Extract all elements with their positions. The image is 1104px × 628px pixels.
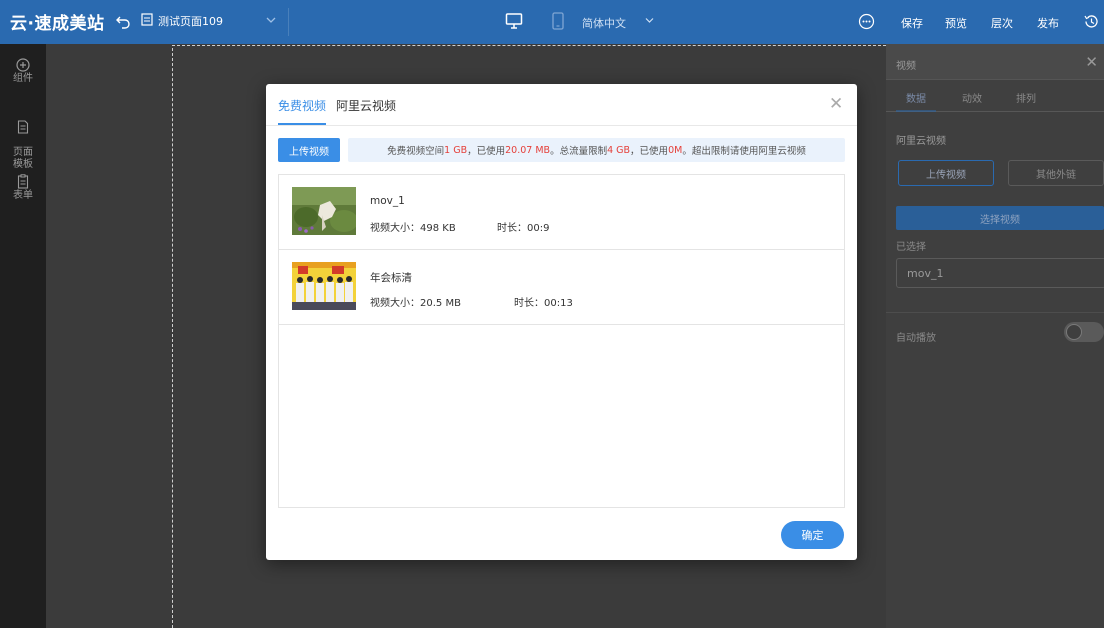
- info-value: 20.07 MB: [505, 144, 551, 156]
- divider: [886, 312, 1104, 313]
- canvas-guide-line: [172, 48, 173, 628]
- plus-circle-icon: [16, 58, 30, 72]
- info-text: 免费视频空间: [387, 146, 445, 157]
- upload-video-button[interactable]: 上传视频: [898, 160, 994, 186]
- left-sidebar: 组件 页面 模板 表单: [0, 44, 46, 628]
- tab-arrange[interactable]: 排列: [1016, 90, 1036, 105]
- info-value: 4 GB: [607, 144, 631, 156]
- page-name: 测试页面109: [158, 15, 223, 28]
- selected-label: 已选择: [896, 242, 926, 253]
- storage-info-banner: 免费视频空间 1 GB ，已使用 20.07 MB 。总流量限制 4 GB ，已使用 0M 。超…: [348, 138, 845, 162]
- form-icon: [17, 174, 29, 189]
- autoplay-toggle[interactable]: [1064, 322, 1104, 342]
- desktop-view-icon[interactable]: [505, 12, 523, 30]
- sidebar-item-label: 组件: [13, 73, 33, 84]
- more-icon[interactable]: [858, 13, 875, 30]
- layers-button[interactable]: 层次: [991, 15, 1013, 31]
- confirm-button[interactable]: 确定: [781, 521, 844, 549]
- top-toolbar: 云·速成美站 测试页面109 简体中文 保存 预览 层次 发布: [0, 0, 1104, 44]
- choose-video-button[interactable]: 选择视频: [896, 206, 1104, 230]
- video-thumbnail: [292, 187, 356, 235]
- section-title: 阿里云视频: [896, 136, 946, 147]
- chevron-down-icon[interactable]: [266, 16, 276, 24]
- info-text: 。总流量限制: [550, 146, 608, 157]
- tab-free-video[interactable]: 免费视频: [278, 97, 326, 114]
- panel-tabs: 数据 动效 排列: [886, 80, 1104, 112]
- undo-icon[interactable]: [115, 13, 131, 29]
- save-button[interactable]: 保存: [901, 15, 923, 31]
- info-text: ，已使用: [630, 146, 669, 157]
- active-tab-indicator: [278, 123, 326, 125]
- autoplay-label: 自动播放: [896, 333, 936, 344]
- page-icon: [17, 120, 29, 134]
- list-item[interactable]: 年会标清 视频大小：20.5 MB 时长：00:13: [279, 250, 844, 325]
- history-icon[interactable]: [1083, 13, 1100, 30]
- panel-header: 视频 ✕: [886, 44, 1104, 80]
- other-link-button[interactable]: 其他外链: [1008, 160, 1104, 186]
- info-text: ，已使用: [467, 146, 506, 157]
- language-select[interactable]: 简体中文: [582, 15, 626, 31]
- page-selector[interactable]: 测试页面109: [141, 13, 223, 29]
- video-thumbnail: [292, 262, 356, 310]
- chevron-down-icon[interactable]: [645, 17, 654, 24]
- video-list: mov_1 视频大小：498 KB 时长：00:9 年会标清 视频大小：20.5…: [278, 174, 845, 508]
- video-duration: 时长：00:13: [514, 298, 573, 309]
- tab-data[interactable]: 数据: [906, 90, 926, 105]
- sidebar-item-page-template[interactable]: 页面 模板: [0, 108, 46, 171]
- tab-animation[interactable]: 动效: [962, 90, 982, 105]
- toggle-knob: [1066, 324, 1082, 340]
- preview-button[interactable]: 预览: [945, 15, 967, 31]
- close-icon[interactable]: ✕: [829, 96, 843, 113]
- properties-panel: 视频 ✕ 数据 动效 排列 阿里云视频 上传视频 其他外链 选择视频 已选择 m…: [886, 44, 1104, 628]
- video-duration: 时长：00:9: [497, 223, 550, 234]
- active-tab-indicator: [896, 110, 936, 112]
- panel-title: 视频: [896, 61, 916, 72]
- dialog-tabs: 免费视频 阿里云视频 ✕: [266, 84, 857, 126]
- info-value: 0M: [668, 144, 683, 156]
- info-text: 。超出限制请使用阿里云视频: [682, 146, 806, 157]
- video-select-dialog: 免费视频 阿里云视频 ✕ 上传视频 免费视频空间 1 GB ，已使用 20.07 MB…: [266, 84, 857, 560]
- info-value: 1 GB: [444, 144, 468, 156]
- publish-button[interactable]: 发布: [1037, 15, 1059, 31]
- mobile-view-icon[interactable]: [552, 12, 564, 30]
- sidebar-item-label: 页面 模板: [13, 147, 33, 170]
- video-name: mov_1: [370, 195, 405, 207]
- sidebar-item-components[interactable]: 组件: [0, 58, 46, 85]
- upload-video-button[interactable]: 上传视频: [278, 138, 340, 162]
- canvas-guide-line: [172, 45, 886, 46]
- list-item[interactable]: mov_1 视频大小：498 KB 时长：00:9: [279, 175, 844, 250]
- sidebar-item-label: 表单: [13, 190, 33, 201]
- divider: [288, 8, 289, 36]
- close-icon[interactable]: ✕: [1085, 53, 1098, 71]
- page-icon: [141, 13, 153, 29]
- sidebar-item-form[interactable]: 表单: [0, 174, 46, 202]
- video-size: 视频大小：20.5 MB: [370, 298, 461, 309]
- brand-logo: 云·速成美站: [10, 14, 105, 34]
- selected-video-field[interactable]: mov_1: [896, 258, 1104, 288]
- video-name: 年会标清: [370, 272, 412, 284]
- video-size: 视频大小：498 KB: [370, 223, 456, 234]
- tab-aliyun-video[interactable]: 阿里云视频: [336, 97, 396, 114]
